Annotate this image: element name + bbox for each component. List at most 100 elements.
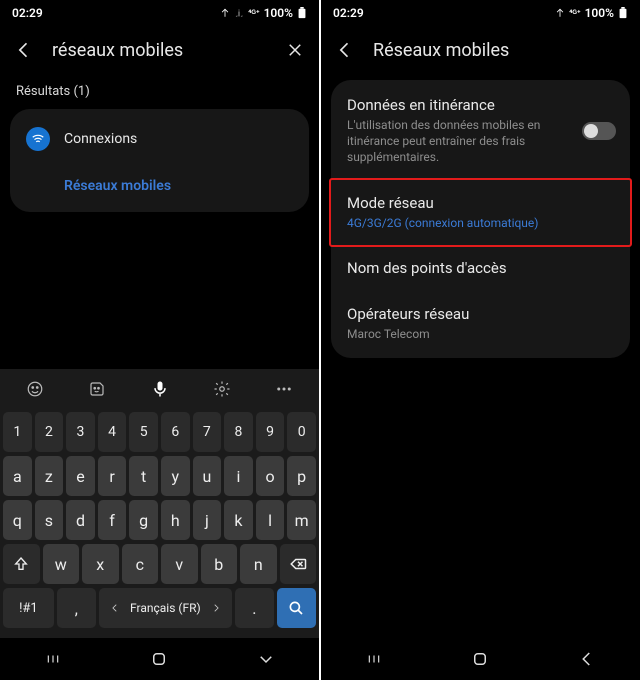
emoji-icon[interactable] — [4, 380, 66, 398]
row-title: Opérateurs réseau — [347, 305, 614, 323]
nav-bar — [321, 638, 640, 680]
home-button[interactable] — [469, 648, 491, 670]
recents-button[interactable] — [363, 648, 385, 670]
key-t[interactable]: t — [129, 456, 158, 496]
key-5[interactable]: 5 — [129, 412, 158, 452]
key-2[interactable]: 2 — [35, 412, 64, 452]
key-l[interactable]: l — [256, 500, 285, 540]
phone-settings-screen: 02:29 ⁴ᴳ⁺ 100% Réseaux mobiles Données e… — [321, 0, 640, 680]
result-category-row[interactable]: Connexions — [10, 115, 309, 163]
roaming-toggle[interactable] — [582, 122, 616, 140]
status-bar: 02:29 ⁴ᴳ⁺ 100% — [321, 0, 640, 26]
key-a[interactable]: a — [3, 456, 32, 496]
settings-icon[interactable] — [191, 380, 253, 398]
shift-key[interactable] — [3, 544, 40, 584]
key-b[interactable]: b — [201, 544, 238, 584]
key-w[interactable]: w — [43, 544, 80, 584]
key-v[interactable]: v — [161, 544, 198, 584]
row-title: Nom des points d'accès — [347, 259, 614, 277]
key-m[interactable]: m — [287, 500, 316, 540]
key-q[interactable]: q — [3, 500, 32, 540]
result-category: Connexions — [64, 131, 137, 147]
key-1[interactable]: 1 — [3, 412, 32, 452]
key-0[interactable]: 0 — [287, 412, 316, 452]
language-key[interactable]: Français (FR) — [99, 588, 232, 628]
nav-bar — [0, 638, 319, 680]
clear-icon[interactable] — [281, 36, 309, 64]
row-title: Données en itinérance — [347, 96, 614, 114]
key-e[interactable]: e — [66, 456, 95, 496]
period-key[interactable]: . — [235, 588, 274, 628]
row-roaming[interactable]: Données en itinérance L'utilisation des … — [331, 82, 630, 180]
status-battery: 100% — [585, 6, 614, 20]
recents-button[interactable] — [42, 648, 64, 670]
key-row-3: wxcvbn — [3, 544, 316, 584]
status-time: 02:29 — [12, 6, 43, 20]
key-row-1: azertyuiop — [3, 456, 316, 496]
row-network-mode[interactable]: Mode réseau 4G/3G/2G (connexion automati… — [329, 178, 632, 247]
search-key[interactable] — [277, 588, 316, 628]
result-match: Réseaux mobiles — [64, 178, 171, 194]
phone-search-screen: 02:29 ⁴ᴳ⁺ 100% réseaux mobiles Résultats… — [0, 0, 319, 680]
search-header: réseaux mobiles — [0, 26, 319, 74]
key-k[interactable]: k — [224, 500, 253, 540]
key-y[interactable]: y — [161, 456, 190, 496]
back-icon[interactable] — [331, 36, 359, 64]
key-3[interactable]: 3 — [66, 412, 95, 452]
back-button[interactable] — [576, 648, 598, 670]
key-h[interactable]: h — [161, 500, 190, 540]
key-n[interactable]: n — [240, 544, 277, 584]
sticker-icon[interactable] — [66, 380, 128, 398]
key-o[interactable]: o — [256, 456, 285, 496]
status-bar: 02:29 ⁴ᴳ⁺ 100% — [0, 0, 319, 26]
key-z[interactable]: z — [35, 456, 64, 496]
key-6[interactable]: 6 — [161, 412, 190, 452]
key-row-numbers: 1234567890 — [3, 412, 316, 452]
status-time: 02:29 — [333, 6, 364, 20]
row-operators[interactable]: Opérateurs réseau Maroc Telecom — [331, 291, 630, 356]
comma-key[interactable]: , — [57, 588, 96, 628]
settings-list: Données en itinérance L'utilisation des … — [331, 80, 630, 358]
row-apn[interactable]: Nom des points d'accès — [331, 245, 630, 291]
mic-icon[interactable] — [128, 379, 190, 399]
symbols-key[interactable]: !#1 — [3, 588, 54, 628]
back-icon[interactable] — [10, 36, 38, 64]
key-7[interactable]: 7 — [193, 412, 222, 452]
row-subtitle: Maroc Telecom — [347, 326, 614, 342]
results-count: Résultats (1) — [0, 74, 319, 105]
backspace-key[interactable] — [280, 544, 317, 584]
key-s[interactable]: s — [35, 500, 64, 540]
key-x[interactable]: x — [82, 544, 119, 584]
key-i[interactable]: i — [224, 456, 253, 496]
key-row-bottom: !#1 , Français (FR) . — [3, 588, 316, 628]
wifi-icon — [26, 127, 50, 151]
keyboard: 1234567890 azertyuiop qsdfghjklm wxcvbn … — [0, 369, 319, 680]
key-row-2: qsdfghjklm — [3, 500, 316, 540]
key-g[interactable]: g — [129, 500, 158, 540]
status-battery: 100% — [264, 6, 293, 20]
search-input[interactable]: réseaux mobiles — [52, 40, 267, 61]
more-icon[interactable] — [253, 380, 315, 398]
key-r[interactable]: r — [98, 456, 127, 496]
keyboard-toolbar — [0, 369, 319, 409]
key-p[interactable]: p — [287, 456, 316, 496]
status-right: ⁴ᴳ⁺ 100% — [220, 6, 307, 20]
row-subtitle: L'utilisation des données mobiles en iti… — [347, 117, 577, 166]
row-title: Mode réseau — [347, 194, 614, 212]
key-j[interactable]: j — [193, 500, 222, 540]
key-9[interactable]: 9 — [256, 412, 285, 452]
row-subtitle: 4G/3G/2G (connexion automatique) — [347, 215, 614, 231]
key-f[interactable]: f — [98, 500, 127, 540]
search-result-card: Connexions Réseaux mobiles — [10, 109, 309, 212]
status-right: ⁴ᴳ⁺ 100% — [555, 6, 628, 20]
key-c[interactable]: c — [122, 544, 159, 584]
key-u[interactable]: u — [193, 456, 222, 496]
result-match-row[interactable]: Réseaux mobiles — [10, 163, 309, 206]
home-button[interactable] — [148, 648, 170, 670]
key-d[interactable]: d — [66, 500, 95, 540]
keyboard-hide-button[interactable] — [255, 648, 277, 670]
page-header: Réseaux mobiles — [321, 26, 640, 74]
page-title: Réseaux mobiles — [373, 40, 630, 61]
key-8[interactable]: 8 — [224, 412, 253, 452]
key-4[interactable]: 4 — [98, 412, 127, 452]
